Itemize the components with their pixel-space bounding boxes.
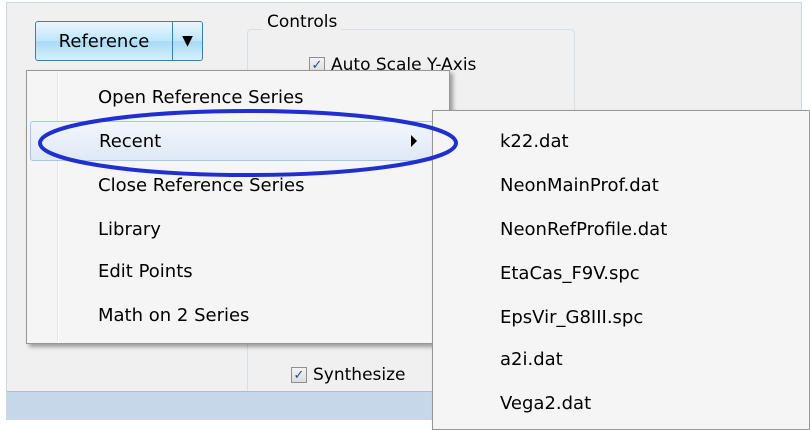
synthesize-checkbox[interactable]: ✓ xyxy=(291,367,307,383)
recent-item[interactable]: Vega2.dat xyxy=(436,383,806,423)
recent-item[interactable]: NeonRefProfile.dat xyxy=(436,209,806,249)
recent-item[interactable]: NeonMainProf.dat xyxy=(436,165,806,205)
reference-button-label: Reference xyxy=(58,30,150,52)
menu-item-close-reference-series[interactable]: Close Reference Series xyxy=(30,165,446,205)
synthesize-label: Synthesize xyxy=(313,365,406,385)
recent-item[interactable]: a2i.dat xyxy=(436,339,806,379)
recent-submenu: k22.dat NeonMainProf.dat NeonRefProfile.… xyxy=(432,110,810,430)
synthesize-checkbox-row[interactable]: ✓ Synthesize xyxy=(291,365,406,385)
menu-item-math-on-2-series[interactable]: Math on 2 Series xyxy=(30,295,446,335)
recent-item[interactable]: EtaCas_F9V.spc xyxy=(436,253,806,293)
menu-item-recent[interactable]: Recent xyxy=(30,121,446,161)
submenu-arrow-icon xyxy=(411,135,417,147)
recent-item[interactable]: EpsVir_G8III.spc xyxy=(436,297,806,337)
menu-item-library[interactable]: Library xyxy=(30,209,446,249)
menu-item-edit-points[interactable]: Edit Points xyxy=(30,251,446,291)
controls-group-title: Controls xyxy=(263,12,342,32)
reference-split-button[interactable]: Reference ▼ xyxy=(35,21,203,61)
recent-item[interactable]: k22.dat xyxy=(436,121,806,161)
reference-button[interactable]: Reference xyxy=(36,22,172,60)
menu-item-open-reference-series[interactable]: Open Reference Series xyxy=(30,77,446,117)
reference-menu: Open Reference Series Recent Close Refer… xyxy=(26,70,450,344)
reference-dropdown-arrow-icon[interactable]: ▼ xyxy=(173,22,202,60)
